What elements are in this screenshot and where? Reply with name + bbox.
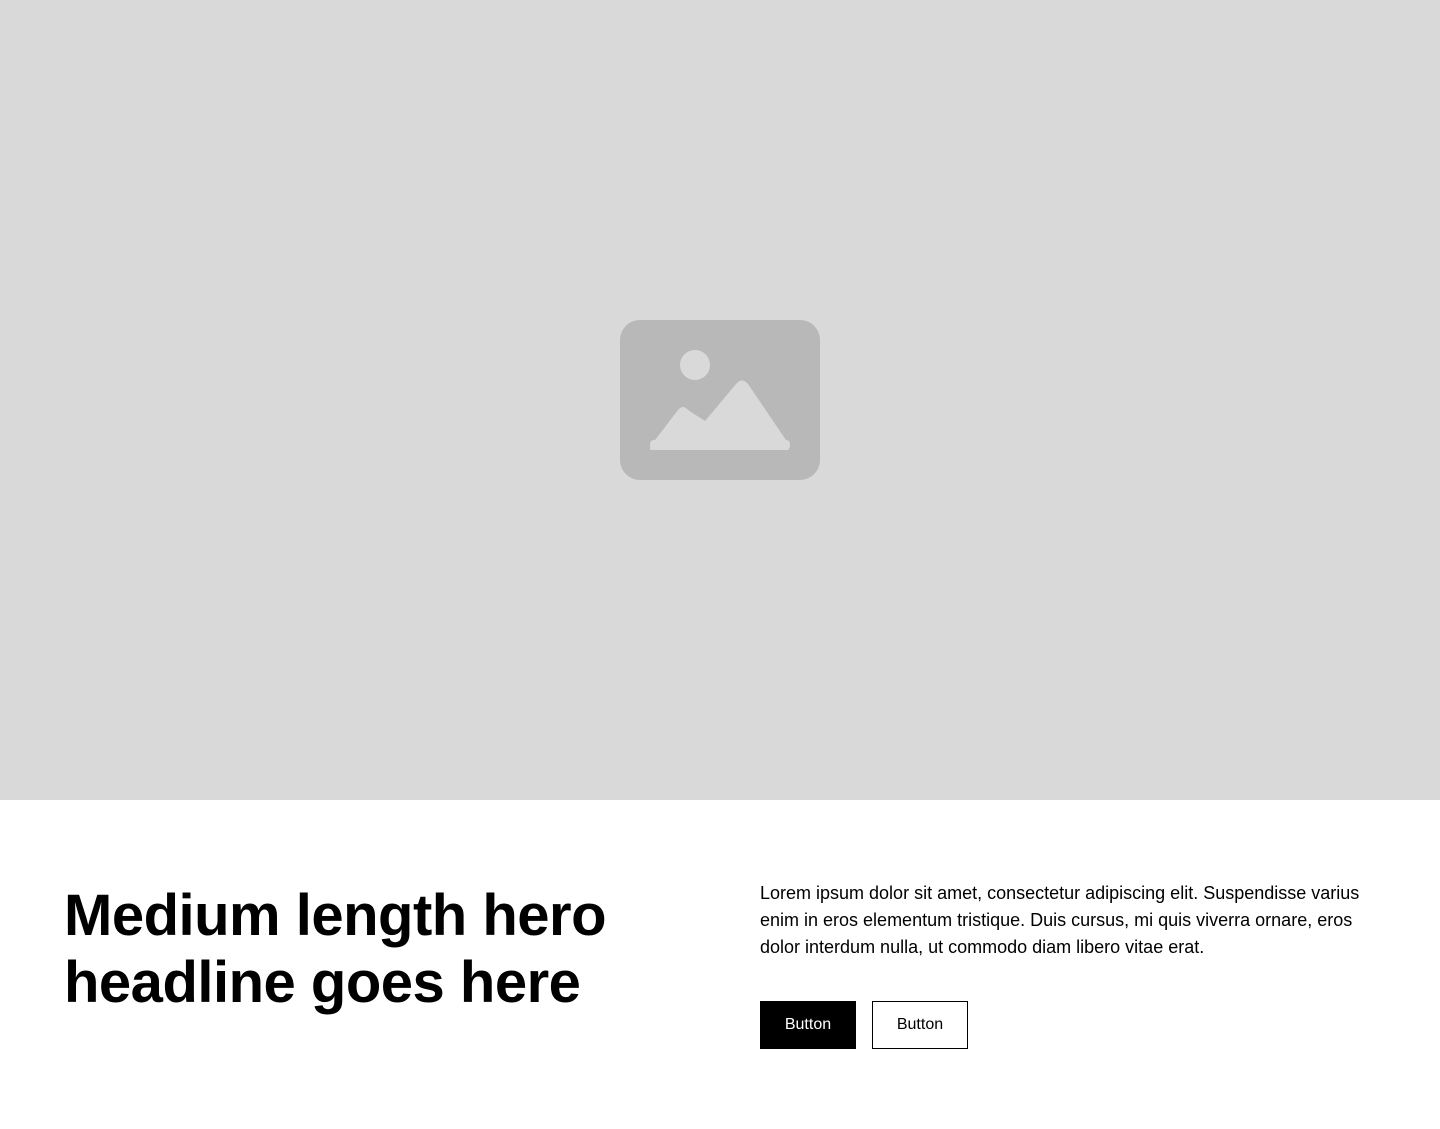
hero-body-text: Lorem ipsum dolor sit amet, consectetur … xyxy=(760,883,1360,957)
image-placeholder-icon xyxy=(620,320,820,480)
secondary-button[interactable]: Button xyxy=(872,1001,968,1049)
hero-content: Medium length hero headline goes here Lo… xyxy=(0,800,1440,1129)
hero-image-placeholder xyxy=(0,0,1440,800)
hero-headline: Medium length hero headline goes here xyxy=(64,883,607,1015)
hero-actions: Button Button xyxy=(760,1001,968,1049)
primary-button[interactable]: Button xyxy=(760,1001,856,1049)
